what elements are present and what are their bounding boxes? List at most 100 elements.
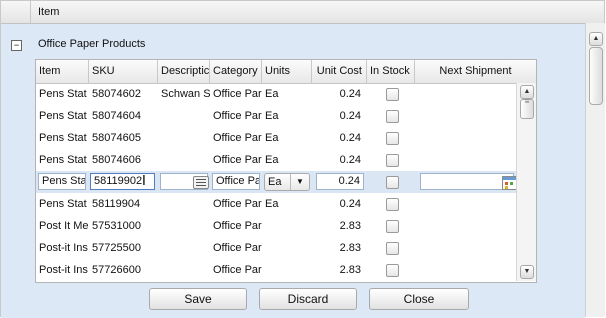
column-header-units[interactable]: Units: [262, 60, 312, 83]
cell-description: [158, 105, 210, 127]
column-header-item[interactable]: Item: [38, 6, 59, 18]
table-row[interactable]: Pens Stat 58074605 Office Par Ea 0.24: [36, 127, 516, 149]
cell-category: Office Par: [213, 198, 262, 210]
cell-category: Office Par: [213, 242, 262, 254]
units-select-value: Ea: [268, 176, 282, 188]
cell-description: [158, 127, 210, 149]
next-shipment-input[interactable]: [420, 173, 514, 190]
in-stock-checkbox[interactable]: [386, 220, 399, 233]
expander-column-header: [1, 1, 31, 23]
column-header-in-stock[interactable]: In Stock: [367, 60, 415, 83]
table-row-editing[interactable]: Pens Sta 58119902 Office Pa Ea ▼ 0.24: [36, 171, 517, 193]
cell-item: Pens Stat: [39, 132, 87, 144]
in-stock-checkbox[interactable]: [386, 154, 399, 167]
cell-description: [158, 259, 210, 281]
in-stock-checkbox[interactable]: [386, 176, 399, 189]
cell-sku: 58119904: [92, 198, 141, 210]
cell-sku: 58074605: [92, 132, 141, 144]
column-header-description[interactable]: Descriptic: [158, 60, 210, 83]
scroll-down-icon[interactable]: ▼: [520, 265, 534, 279]
cell-category: Office Par: [213, 88, 262, 100]
cell-unit-cost: 0.24: [339, 198, 361, 210]
cell-item: Post-it Ins: [39, 264, 88, 276]
detail-grid-header: Item SKU Descriptic Category Units Unit …: [36, 60, 536, 84]
table-row[interactable]: Pens Stat 58074604 Office Par Ea 0.24: [36, 105, 516, 127]
cell-units: [262, 237, 312, 259]
close-button[interactable]: Close: [369, 288, 469, 310]
chevron-down-icon: ▼: [290, 174, 309, 190]
cell-unit-cost: 0.24: [339, 110, 361, 122]
table-row[interactable]: Post-it Ins 57726600 Office Par 2.83: [36, 259, 516, 281]
save-button[interactable]: Save: [149, 288, 247, 310]
cell-description: [158, 193, 210, 215]
in-stock-checkbox[interactable]: [386, 198, 399, 211]
detail-grid-scrollbar[interactable]: ▲ ≡ ▼: [516, 83, 536, 281]
master-grid-scrollbar[interactable]: ▲: [585, 23, 605, 317]
cell-units: Ea: [265, 154, 279, 166]
cell-category: Office Par: [213, 220, 262, 232]
cell-category: Office Par: [213, 154, 262, 166]
item-input[interactable]: Pens Sta: [38, 173, 86, 190]
category-input[interactable]: Office Pa: [212, 173, 260, 190]
cell-item: Pens Stat: [39, 88, 87, 100]
cell-item: Post-it Ins: [39, 242, 88, 254]
discard-button[interactable]: Discard: [259, 288, 357, 310]
cell-unit-cost: 2.83: [339, 242, 361, 254]
scroll-thumb[interactable]: [589, 47, 603, 105]
cell-unit-cost: 0.24: [339, 154, 361, 166]
master-grid: Item − Office Paper Products Item SKU De…: [0, 0, 605, 318]
cell-description: Schwan S: [161, 88, 210, 100]
group-label: Office Paper Products: [38, 38, 146, 50]
cell-units: [262, 215, 312, 237]
table-row[interactable]: Pens Stat 58074606 Office Par Ea 0.24: [36, 149, 516, 171]
cell-item: Pens Stat: [39, 198, 87, 210]
column-header-unit-cost[interactable]: Unit Cost: [312, 60, 367, 83]
scroll-up-icon[interactable]: ▲: [589, 32, 603, 46]
column-header-next-shipment[interactable]: Next Shipment: [415, 60, 536, 83]
unit-cost-input[interactable]: 0.24: [316, 173, 364, 190]
text-editor-icon[interactable]: [193, 176, 209, 189]
in-stock-checkbox[interactable]: [386, 132, 399, 145]
cell-sku: 58074602: [92, 88, 141, 100]
table-row[interactable]: Pens Stat 58074602 Schwan S Office Par E…: [36, 83, 516, 105]
in-stock-checkbox[interactable]: [386, 242, 399, 255]
cell-item: Pens Stat: [39, 154, 87, 166]
scroll-thumb[interactable]: ≡: [520, 97, 534, 119]
table-row[interactable]: Pens Stat 58119904 Office Par Ea 0.24: [36, 193, 516, 215]
in-stock-checkbox[interactable]: [386, 264, 399, 277]
cell-sku: 57531000: [92, 220, 141, 232]
cell-unit-cost: 0.24: [339, 132, 361, 144]
text-cursor-icon: I: [142, 174, 146, 189]
in-stock-checkbox[interactable]: [386, 110, 399, 123]
column-header-sku[interactable]: SKU: [89, 60, 158, 83]
cell-sku: 58074606: [92, 154, 141, 166]
cell-unit-cost: 2.83: [339, 220, 361, 232]
collapse-icon[interactable]: −: [11, 40, 22, 51]
cell-item: Post It Me: [39, 220, 89, 232]
cell-item: Pens Stat: [39, 110, 87, 122]
cell-unit-cost: 2.83: [339, 264, 361, 276]
units-select[interactable]: Ea ▼: [264, 173, 310, 191]
cell-units: Ea: [265, 198, 279, 210]
cell-description: [158, 215, 210, 237]
cell-sku: 57726600: [92, 264, 141, 276]
grip-icon: ≡: [524, 97, 530, 106]
cell-unit-cost: 0.24: [339, 88, 361, 100]
cell-category: Office Par: [213, 110, 262, 122]
cell-units: Ea: [265, 88, 279, 100]
column-header-item[interactable]: Item: [36, 60, 89, 83]
in-stock-checkbox[interactable]: [386, 88, 399, 101]
cell-description: [158, 237, 210, 259]
cell-units: Ea: [265, 110, 279, 122]
cell-category: Office Par: [213, 132, 262, 144]
cell-sku: 58074604: [92, 110, 141, 122]
master-grid-header: Item: [1, 1, 604, 24]
detail-grid: Item SKU Descriptic Category Units Unit …: [35, 59, 537, 283]
cell-units: [262, 259, 312, 281]
table-row[interactable]: Post It Me 57531000 Office Par 2.83: [36, 215, 516, 237]
column-header-category[interactable]: Category: [210, 60, 262, 83]
calendar-icon[interactable]: [502, 176, 517, 190]
cell-sku: 57725500: [92, 242, 141, 254]
cell-category: Office Par: [213, 264, 262, 276]
table-row[interactable]: Post-it Ins 57725500 Office Par 2.83: [36, 237, 516, 259]
